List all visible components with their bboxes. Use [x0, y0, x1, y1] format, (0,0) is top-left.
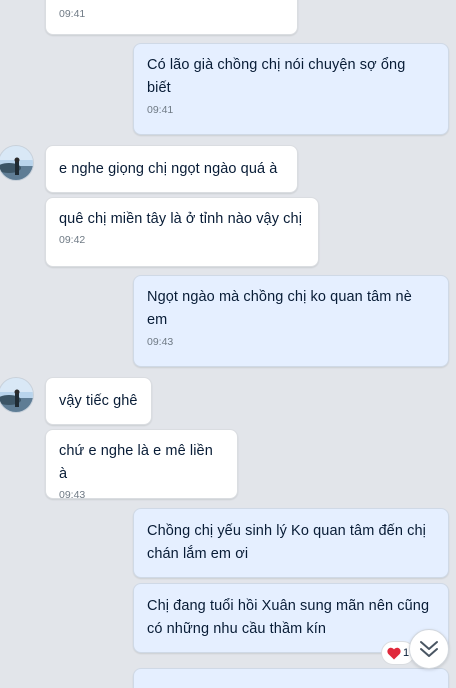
- message-time: 09:41: [147, 104, 174, 116]
- message-bubble-incoming[interactable]: quê chị miền tây là ở tỉnh nào vậy chị 0…: [45, 197, 319, 267]
- message-text: Ngọt ngào mà chồng chị ko quan tâm nè em: [147, 289, 412, 328]
- avatar-photo-icon: [0, 378, 33, 412]
- double-chevron-down-icon: [420, 641, 438, 657]
- message-text: Có lão già chồng chị nói chuyện sợ ổng b…: [147, 57, 406, 96]
- contact-avatar[interactable]: [0, 377, 34, 413]
- message-bubble-incoming[interactable]: e nghe giọng chị ngọt ngào quá à: [45, 145, 298, 193]
- message-text: quê chị miền tây là ở tỉnh nào vậy chị: [59, 211, 303, 227]
- message-text: e nghe giọng chị ngọt ngào quá à: [59, 161, 278, 177]
- avatar-photo-icon: [0, 146, 33, 180]
- message-time: 09:41: [59, 8, 86, 20]
- message-bubble-outgoing[interactable]: Chồng chị yếu sinh lý Ko quan tâm đến ch…: [133, 508, 449, 578]
- message-bubble-incoming[interactable]: 09:41: [45, 0, 298, 35]
- message-bubble-outgoing[interactable]: [133, 668, 449, 688]
- heart-icon: [387, 647, 401, 659]
- message-bubble-outgoing[interactable]: Có lão già chồng chị nói chuyện sợ ổng b…: [133, 43, 449, 135]
- message-text: Chồng chị yếu sinh lý Ko quan tâm đến ch…: [147, 523, 426, 562]
- scroll-to-bottom-button[interactable]: [409, 629, 449, 669]
- message-bubble-incoming[interactable]: vậy tiếc ghê: [45, 377, 152, 425]
- message-time: 09:43: [147, 336, 174, 348]
- contact-avatar[interactable]: [0, 145, 34, 181]
- message-bubble-outgoing[interactable]: Ngọt ngào mà chồng chị ko quan tâm nè em…: [133, 275, 449, 367]
- message-text: Chị đang tuổi hồi Xuân sung mãn nên cũng…: [147, 598, 430, 637]
- message-text: chứ e nghe là e mê liền à: [59, 443, 213, 482]
- message-bubble-incoming[interactable]: chứ e nghe là e mê liền à 09:43: [45, 429, 238, 501]
- message-time: 09:42: [59, 234, 86, 246]
- chat-conversation: 09:41 Có lão già chồng chị nói chuyện sợ…: [0, 0, 456, 688]
- message-time: 09:43: [59, 489, 86, 501]
- message-text: vậy tiếc ghê: [59, 393, 138, 409]
